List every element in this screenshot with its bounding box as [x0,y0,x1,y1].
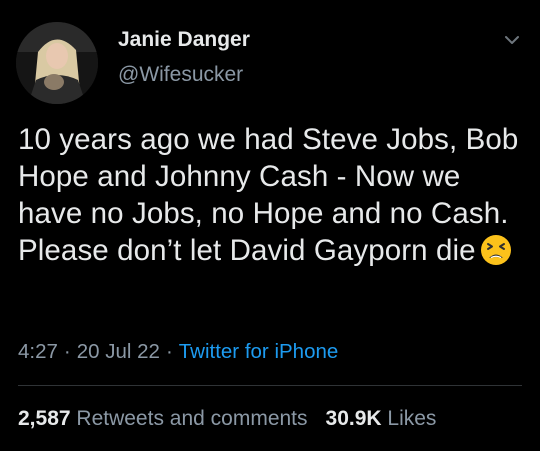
meta-separator: · [165,340,173,363]
likes-count: 30.9K [325,407,382,430]
tweet-metadata: 4:27 · 20 Jul 22 · Twitter for iPhone [18,340,338,364]
tweet-time[interactable]: 4:27 [18,340,58,363]
tweet-stats: 2,587 Retweets and comments 30.9K Likes [18,407,436,431]
retweets-stat[interactable]: 2,587 Retweets and comments [18,407,308,430]
likes-stat[interactable]: 30.9K Likes [326,407,437,430]
likes-label: Likes [387,407,437,430]
chevron-down-icon[interactable] [500,30,524,50]
tired-face-emoji-icon [480,235,511,265]
retweets-label: Retweets and comments [76,407,308,430]
display-name[interactable]: Janie Danger [118,28,250,52]
tweet-text-content: 10 years ago we had Steve Jobs, Bob Hope… [18,123,519,267]
retweets-count: 2,587 [18,407,71,430]
user-handle[interactable]: @Wifesucker [118,63,243,87]
meta-separator: · [63,340,71,363]
tweet-date[interactable]: 20 Jul 22 [77,340,160,363]
tweet-text: 10 years ago we had Steve Jobs, Bob Hope… [18,121,523,269]
tweet-source-link[interactable]: Twitter for iPhone [179,340,339,363]
divider [18,385,522,386]
avatar[interactable] [16,22,98,104]
avatar-image [16,22,98,104]
